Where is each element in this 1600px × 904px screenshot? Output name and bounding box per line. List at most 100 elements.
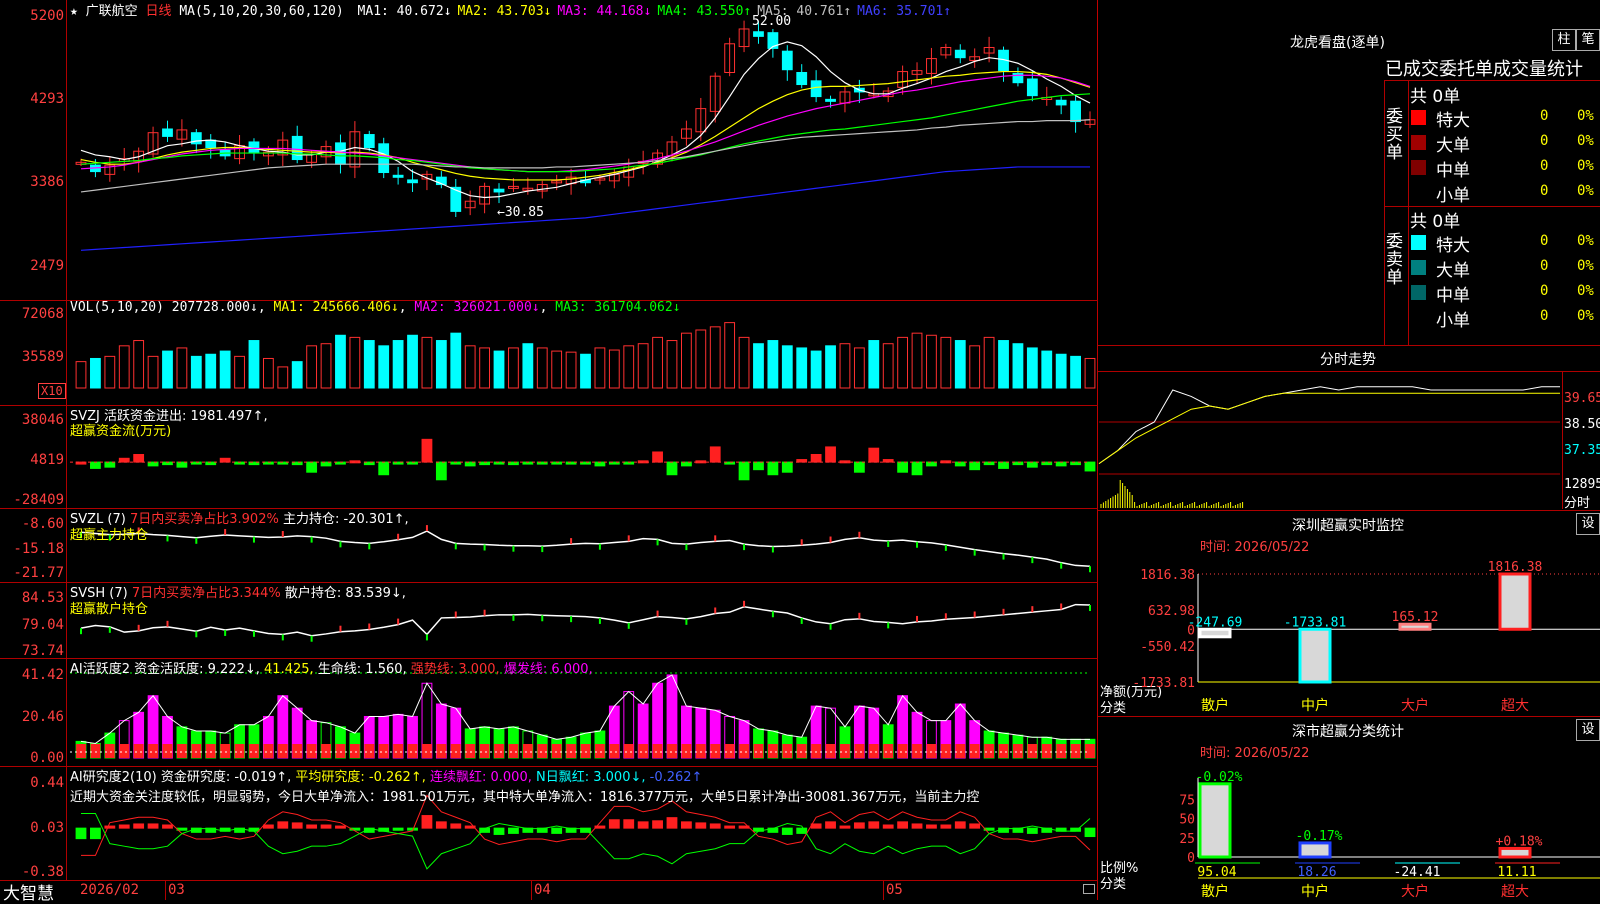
research-bar: [551, 827, 563, 834]
class-value-label: 95.04: [1197, 865, 1236, 880]
activity-base-bar: [912, 744, 922, 758]
fund-flow-bar: [825, 446, 836, 463]
fund-flow-bar: [435, 461, 447, 481]
volume-bar: [147, 355, 159, 389]
sz-class-xlabel: 分类: [1100, 877, 1127, 892]
volume-bar: [680, 332, 692, 389]
date-tick-mar: 03: [168, 882, 185, 898]
activity-base-bar: [104, 744, 115, 758]
fund-flow-bar: [90, 461, 101, 469]
ma-value-2: MA2: 43.703↓: [457, 4, 552, 19]
volume-bar: [724, 322, 736, 389]
activity-base-bar: [176, 744, 187, 758]
sz-monitor-settings-button[interactable]: 设: [1576, 513, 1600, 535]
activity-base-bar: [811, 744, 822, 758]
svsh-subtitle: 超赢散户持仓: [70, 602, 149, 617]
tick-mode-button[interactable]: 笔: [1576, 29, 1600, 51]
lock-icon[interactable]: [1083, 884, 1095, 894]
price-axis-tick: 3386: [30, 174, 64, 190]
longhu-subtitle: 已成交委托单成交量统计: [1385, 59, 1583, 80]
sell-color-swatch: [1411, 285, 1426, 300]
volume-bar: [277, 366, 289, 389]
volume-bar: [695, 329, 707, 389]
activity-base-bar: [1013, 744, 1023, 758]
sz-class-top-line: [1098, 716, 1600, 717]
bar-mode-button[interactable]: 柱: [1552, 29, 1576, 51]
activity-base-bar: [940, 744, 951, 758]
candle-body: [392, 174, 404, 178]
buy-row-label: 大单: [1436, 136, 1470, 156]
main-chart-canvas[interactable]: [0, 0, 1098, 900]
fund-flow-bar: [911, 461, 923, 476]
intraday-axis-mid: 38.50: [1564, 417, 1600, 432]
activity-base-bar: [119, 744, 130, 758]
volume-bar: [767, 340, 779, 389]
activity-base-bar: [840, 744, 850, 758]
activity-base-bar: [378, 744, 389, 758]
brand-label[interactable]: 大智慧: [3, 879, 54, 904]
volume-bar: [709, 326, 721, 389]
activity-base-bar: [321, 744, 331, 758]
sz-class-settings-button[interactable]: 设: [1576, 719, 1600, 741]
candle-body: [493, 188, 505, 193]
svzj-axis-top: 38046: [21, 412, 64, 428]
fund-flow-bar: [926, 461, 937, 467]
intraday-title: 分时走势: [1320, 352, 1376, 368]
svzl-axis-bottom: -21.77: [13, 565, 64, 581]
activity-base-bar: [436, 744, 447, 758]
volume-bar: [565, 351, 577, 389]
svzl-axis-mid: -15.18: [13, 541, 64, 557]
volume-bar: [940, 336, 952, 389]
research-bar: [623, 819, 635, 829]
research-bar: [392, 827, 404, 831]
volume-bar: [363, 340, 375, 389]
svzj-axis-mid: 4819: [30, 452, 64, 468]
activity-base-bar: [349, 744, 360, 758]
activity-base-bar: [638, 744, 649, 758]
sell-row-pct: 0%: [1577, 283, 1594, 299]
intraday-price-line: [1098, 386, 1560, 465]
sz-monitor-top-line: [1098, 510, 1600, 511]
fund-flow-bar: [421, 438, 433, 463]
activity-base-bar: [681, 744, 692, 758]
volume-bar: [825, 345, 836, 389]
activity-base-bar: [508, 744, 519, 758]
volume-bar: [954, 340, 966, 389]
buy-side-label: 委买单: [1386, 107, 1403, 163]
activity-base-bar: [364, 744, 375, 758]
volume-bar: [464, 345, 476, 389]
fund-flow-bar: [998, 461, 1009, 469]
class-bar-1: [1298, 841, 1332, 859]
research-bar: [435, 821, 447, 829]
ma-line-ma4: [80, 93, 1091, 173]
ma-line-ma2: [80, 70, 1091, 181]
buy-row-pct: 0%: [1577, 158, 1594, 174]
activity-base-bar: [249, 744, 259, 758]
period-label[interactable]: 日线: [146, 4, 172, 19]
fund-flow-bar: [1084, 461, 1096, 472]
class-axis-tick: 50: [1179, 813, 1195, 828]
volume-bar: [205, 353, 217, 389]
research-bar: [421, 815, 433, 829]
activity-base-bar: [609, 744, 620, 758]
intraday-unit-label: 分时: [1564, 496, 1591, 511]
price-axis-tick: 4293: [30, 91, 64, 107]
research-bar: [637, 821, 649, 829]
class-axis-tick: 75: [1179, 793, 1195, 808]
volume-bar: [262, 357, 274, 389]
activity-base-bar: [897, 744, 908, 758]
research-bar: [911, 823, 923, 829]
longhu-left-line: [1384, 80, 1385, 345]
monitor-axis-tick: 0: [1187, 623, 1195, 638]
activity-base-bar: [205, 744, 216, 758]
favorite-star-icon[interactable]: ★: [70, 4, 78, 19]
vol-unit-box: X10: [38, 383, 66, 399]
fund-flow-bar: [133, 454, 145, 463]
fund-flow-bar: [378, 461, 390, 476]
volume-bar: [580, 353, 591, 389]
candle-body: [825, 98, 836, 102]
volume-bar: [839, 343, 851, 389]
research-bar: [897, 821, 909, 829]
sz-class-time: 时间: 2026/05/22: [1200, 746, 1310, 761]
monitor-bar-0: [1198, 627, 1232, 639]
